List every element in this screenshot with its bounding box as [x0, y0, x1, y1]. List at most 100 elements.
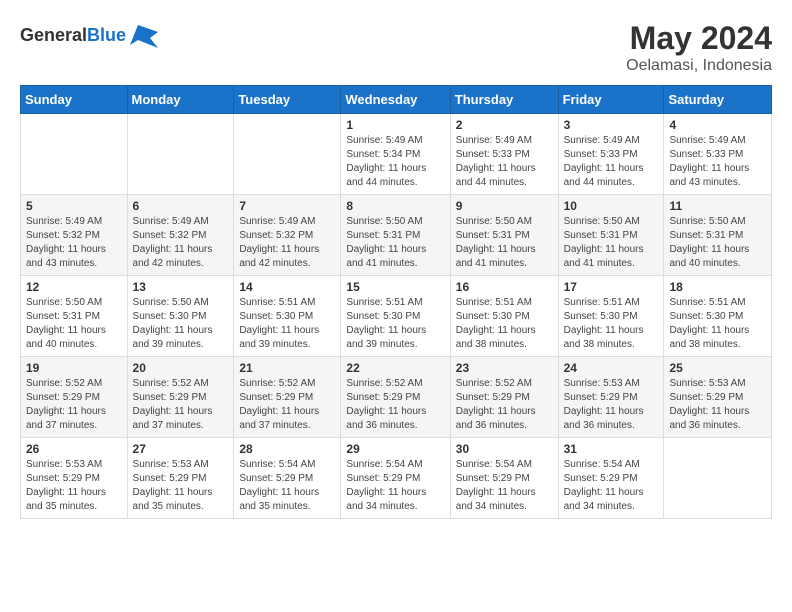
calendar-week-5: 26 Sunrise: 5:53 AMSunset: 5:29 PMDayligh… [21, 438, 772, 519]
table-row: 16 Sunrise: 5:51 AMSunset: 5:30 PMDayligh… [450, 276, 558, 357]
day-number: 26 [26, 442, 122, 456]
table-row: 21Sunrise: 5:52 AMSunset: 5:29 PMDayligh… [234, 357, 341, 438]
table-row [664, 438, 772, 519]
day-number: 3 [564, 118, 659, 132]
table-row: 13 Sunrise: 5:50 AMSunset: 5:30 PMDayligh… [127, 276, 234, 357]
day-info: Sunrise: 5:50 AMSunset: 5:31 PMDaylight:… [564, 215, 659, 271]
table-row: 17 Sunrise: 5:51 AMSunset: 5:30 PMDayligh… [558, 276, 664, 357]
calendar-body: 1 Sunrise: 5:49 AMSunset: 5:34 PMDaylight… [21, 114, 772, 519]
day-info: Sunrise: 5:50 AMSunset: 5:31 PMDaylight:… [346, 215, 444, 271]
day-number: 4 [669, 118, 766, 132]
day-number: 5 [26, 199, 122, 213]
table-row: 12 Sunrise: 5:50 AMSunset: 5:31 PMDayligh… [21, 276, 128, 357]
calendar: Sunday Monday Tuesday Wednesday Thursday… [20, 85, 772, 519]
table-row: 7 Sunrise: 5:49 AMSunset: 5:32 PMDaylight… [234, 195, 341, 276]
header-saturday: Saturday [664, 86, 772, 114]
table-row: 11 Sunrise: 5:50 AMSunset: 5:31 PMDayligh… [664, 195, 772, 276]
day-info: Sunrise: 5:49 AMSunset: 5:33 PMDaylight:… [669, 134, 766, 190]
day-number: 13 [133, 280, 229, 294]
table-row: 26Sunrise: 5:53 AMSunset: 5:29 PMDayligh… [21, 438, 128, 519]
table-row: 24Sunrise: 5:53 AMSunset: 5:29 PMDayligh… [558, 357, 664, 438]
day-number: 30 [456, 442, 553, 456]
table-row: 9 Sunrise: 5:50 AMSunset: 5:31 PMDaylight… [450, 195, 558, 276]
day-number: 17 [564, 280, 659, 294]
table-row: 18 Sunrise: 5:51 AMSunset: 5:30 PMDayligh… [664, 276, 772, 357]
table-row [234, 114, 341, 195]
day-info: Sunrise: 5:51 AMSunset: 5:30 PMDaylight:… [456, 296, 553, 352]
table-row: 25Sunrise: 5:53 AMSunset: 5:29 PMDayligh… [664, 357, 772, 438]
title-area: May 2024 Oelamasi, Indonesia [626, 20, 772, 75]
table-row: 22Sunrise: 5:52 AMSunset: 5:29 PMDayligh… [341, 357, 450, 438]
day-info: Sunrise: 5:54 AMSunset: 5:29 PMDaylight:… [564, 458, 659, 514]
table-row [127, 114, 234, 195]
day-info: Sunrise: 5:50 AMSunset: 5:30 PMDaylight:… [133, 296, 229, 352]
main-title: May 2024 [626, 20, 772, 57]
day-info: Sunrise: 5:49 AMSunset: 5:33 PMDaylight:… [456, 134, 553, 190]
calendar-week-2: 5 Sunrise: 5:49 AMSunset: 5:32 PMDaylight… [21, 195, 772, 276]
day-number: 16 [456, 280, 553, 294]
day-number: 14 [239, 280, 335, 294]
day-number: 19 [26, 361, 122, 375]
day-info: Sunrise: 5:49 AMSunset: 5:34 PMDaylight:… [346, 134, 444, 190]
day-number: 2 [456, 118, 553, 132]
logo-text: GeneralBlue [20, 26, 126, 45]
calendar-week-3: 12 Sunrise: 5:50 AMSunset: 5:31 PMDayligh… [21, 276, 772, 357]
day-info: Sunrise: 5:49 AMSunset: 5:32 PMDaylight:… [133, 215, 229, 271]
day-info: Sunrise: 5:50 AMSunset: 5:31 PMDaylight:… [456, 215, 553, 271]
day-number: 6 [133, 199, 229, 213]
table-row: 19 Sunrise: 5:52 AMSunset: 5:29 PMDayligh… [21, 357, 128, 438]
day-number: 27 [133, 442, 229, 456]
header-thursday: Thursday [450, 86, 558, 114]
day-number: 11 [669, 199, 766, 213]
day-number: 1 [346, 118, 444, 132]
table-row: 28Sunrise: 5:54 AMSunset: 5:29 PMDayligh… [234, 438, 341, 519]
day-info: Sunrise: 5:49 AMSunset: 5:32 PMDaylight:… [26, 215, 122, 271]
table-row: 5 Sunrise: 5:49 AMSunset: 5:32 PMDaylight… [21, 195, 128, 276]
calendar-week-4: 19 Sunrise: 5:52 AMSunset: 5:29 PMDayligh… [21, 357, 772, 438]
table-row: 29Sunrise: 5:54 AMSunset: 5:29 PMDayligh… [341, 438, 450, 519]
day-number: 29 [346, 442, 444, 456]
day-info: Sunrise: 5:52 AMSunset: 5:29 PMDaylight:… [456, 377, 553, 433]
day-number: 10 [564, 199, 659, 213]
day-number: 18 [669, 280, 766, 294]
table-row: 15 Sunrise: 5:51 AMSunset: 5:30 PMDayligh… [341, 276, 450, 357]
day-number: 9 [456, 199, 553, 213]
day-number: 12 [26, 280, 122, 294]
day-info: Sunrise: 5:54 AMSunset: 5:29 PMDaylight:… [456, 458, 553, 514]
day-number: 22 [346, 361, 444, 375]
logo-general: GeneralBlue [20, 26, 126, 45]
day-number: 15 [346, 280, 444, 294]
day-info: Sunrise: 5:53 AMSunset: 5:29 PMDaylight:… [564, 377, 659, 433]
day-info: Sunrise: 5:50 AMSunset: 5:31 PMDaylight:… [669, 215, 766, 271]
day-number: 8 [346, 199, 444, 213]
day-number: 7 [239, 199, 335, 213]
calendar-header-row: Sunday Monday Tuesday Wednesday Thursday… [21, 86, 772, 114]
header-monday: Monday [127, 86, 234, 114]
day-info: Sunrise: 5:52 AMSunset: 5:29 PMDaylight:… [133, 377, 229, 433]
day-info: Sunrise: 5:49 AMSunset: 5:32 PMDaylight:… [239, 215, 335, 271]
table-row: 20Sunrise: 5:52 AMSunset: 5:29 PMDayligh… [127, 357, 234, 438]
calendar-week-1: 1 Sunrise: 5:49 AMSunset: 5:34 PMDaylight… [21, 114, 772, 195]
header-friday: Friday [558, 86, 664, 114]
table-row: 3 Sunrise: 5:49 AMSunset: 5:33 PMDaylight… [558, 114, 664, 195]
header-wednesday: Wednesday [341, 86, 450, 114]
day-info: Sunrise: 5:51 AMSunset: 5:30 PMDaylight:… [239, 296, 335, 352]
header-sunday: Sunday [21, 86, 128, 114]
day-info: Sunrise: 5:49 AMSunset: 5:33 PMDaylight:… [564, 134, 659, 190]
day-info: Sunrise: 5:53 AMSunset: 5:29 PMDaylight:… [133, 458, 229, 514]
table-row: 4 Sunrise: 5:49 AMSunset: 5:33 PMDaylight… [664, 114, 772, 195]
day-info: Sunrise: 5:51 AMSunset: 5:30 PMDaylight:… [564, 296, 659, 352]
day-info: Sunrise: 5:51 AMSunset: 5:30 PMDaylight:… [346, 296, 444, 352]
table-row [21, 114, 128, 195]
table-row: 27 Sunrise: 5:53 AMSunset: 5:29 PMDayligh… [127, 438, 234, 519]
logo-icon [130, 20, 160, 50]
day-info: Sunrise: 5:54 AMSunset: 5:29 PMDaylight:… [239, 458, 335, 514]
table-row: 1 Sunrise: 5:49 AMSunset: 5:34 PMDaylight… [341, 114, 450, 195]
day-info: Sunrise: 5:52 AMSunset: 5:29 PMDaylight:… [26, 377, 122, 433]
day-info: Sunrise: 5:50 AMSunset: 5:31 PMDaylight:… [26, 296, 122, 352]
day-info: Sunrise: 5:53 AMSunset: 5:29 PMDaylight:… [669, 377, 766, 433]
table-row: 6 Sunrise: 5:49 AMSunset: 5:32 PMDaylight… [127, 195, 234, 276]
day-info: Sunrise: 5:51 AMSunset: 5:30 PMDaylight:… [669, 296, 766, 352]
table-row: 23Sunrise: 5:52 AMSunset: 5:29 PMDayligh… [450, 357, 558, 438]
header-tuesday: Tuesday [234, 86, 341, 114]
